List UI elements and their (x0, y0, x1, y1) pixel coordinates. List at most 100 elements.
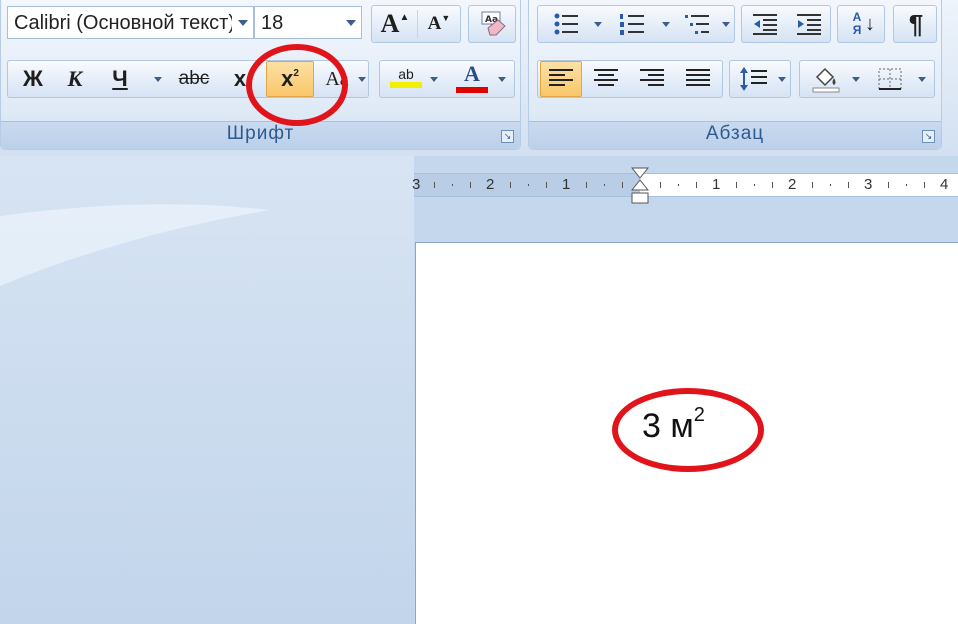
highlight-button[interactable]: ab (384, 61, 428, 97)
ruler-tick (736, 182, 737, 188)
bullets-dropdown-arrow[interactable] (594, 22, 602, 31)
show-formatting-button[interactable]: ¶ (896, 6, 936, 42)
line-spacing-bar (729, 60, 791, 98)
indent-marker-icon[interactable] (631, 167, 649, 211)
font-color-dropdown-arrow[interactable] (498, 77, 506, 86)
numbering-dropdown-arrow[interactable] (662, 22, 670, 31)
numbered-list-icon (620, 14, 644, 35)
paragraph-group-label: Абзац (705, 123, 765, 144)
increase-indent-icon (797, 14, 821, 35)
ruler-tick (830, 184, 831, 186)
ruler-label: 3 (864, 176, 873, 193)
paint-bucket-icon (812, 67, 840, 93)
paragraph-dialog-launcher-icon[interactable]: ↘ (922, 130, 935, 143)
font-color-button[interactable]: A (450, 61, 494, 97)
ruler-tick (678, 184, 679, 186)
shading-dropdown-arrow[interactable] (852, 77, 860, 86)
line-spacing-icon (740, 67, 767, 91)
highlight-dropdown-arrow[interactable] (430, 77, 438, 86)
borders-dropdown-arrow[interactable] (918, 77, 926, 86)
bullet-list-icon (554, 13, 578, 35)
chevron-down-icon[interactable] (339, 7, 361, 38)
justify-button[interactable] (676, 61, 720, 97)
ruler-tick (772, 182, 773, 188)
ruler-tick (586, 182, 587, 188)
font-size-buttons: A ▲ A ▼ (371, 5, 461, 43)
font-size-value: 18 (261, 12, 284, 34)
ruler-margin-area (414, 174, 640, 196)
arrow-down-icon: ↓ (865, 12, 875, 35)
horizontal-ruler[interactable]: 3 2 1 1 2 3 4 (412, 167, 958, 204)
pilcrow-icon: ¶ (908, 8, 924, 39)
decrease-indent-button[interactable] (744, 6, 786, 42)
font-color-icon: A (464, 61, 480, 86)
paragraph-group-footer: Абзац ↘ (529, 121, 941, 149)
multilevel-dropdown-arrow[interactable] (722, 22, 730, 31)
pilcrow-bar: ¶ (893, 5, 937, 43)
shrink-font-button[interactable]: A ▼ (418, 6, 460, 42)
color-bar: ab A (379, 60, 515, 98)
align-right-icon (640, 69, 664, 86)
ruler-tick (510, 182, 511, 188)
underline-button[interactable]: Ч (100, 61, 140, 97)
multilevel-list-button[interactable] (676, 6, 720, 42)
font-name-combobox[interactable]: Calibri (Основной текст) (7, 6, 254, 39)
annotation-circle-superscript (246, 44, 348, 126)
ruler-tick (546, 182, 547, 188)
justify-icon (686, 69, 710, 86)
font-dialog-launcher-icon[interactable]: ↘ (501, 130, 514, 143)
multilevel-list-icon (685, 15, 709, 34)
bold-button[interactable]: Ж (12, 61, 54, 97)
grow-font-button[interactable]: A ▲ (374, 6, 416, 42)
underline-dropdown-arrow[interactable] (154, 77, 162, 86)
highlight-color-swatch (390, 82, 422, 88)
ruler-tick (888, 182, 889, 188)
underline-icon: Ч (112, 66, 128, 91)
ruler-tick (696, 182, 697, 188)
subscript-icon: x (233, 66, 247, 91)
align-center-icon (594, 69, 618, 86)
clear-formatting-button[interactable]: Aa (471, 6, 515, 42)
ruler-tick (434, 182, 435, 188)
increase-indent-button[interactable] (788, 6, 830, 42)
borders-button[interactable] (868, 61, 912, 97)
font-size-combobox[interactable]: 18 (254, 6, 362, 39)
sort-button[interactable]: А Я ↓ (840, 6, 884, 42)
align-center-button[interactable] (584, 61, 628, 97)
shrink-font-icon: A (427, 13, 442, 34)
align-left-button[interactable] (540, 61, 582, 97)
ruler-tick (528, 184, 529, 186)
ruler-tick (470, 182, 471, 188)
alignment-bar (537, 60, 723, 98)
ruler-tick (604, 184, 605, 186)
align-left-icon (549, 69, 573, 86)
shading-button[interactable] (804, 61, 848, 97)
background-swoosh (0, 156, 414, 624)
highlighter-icon: ab (398, 66, 414, 82)
ruler-label: 3 (412, 176, 421, 193)
italic-button[interactable]: К (54, 61, 96, 97)
shading-border-bar (799, 60, 935, 98)
ruler-tick (848, 182, 849, 188)
indent-bar (741, 5, 831, 43)
ribbon: Calibri (Основной текст) 18 A ▲ A ▼ Aa Ж… (0, 0, 958, 156)
align-right-button[interactable] (630, 61, 674, 97)
ruler-tick (622, 182, 623, 188)
caret-up-icon: ▲ (399, 11, 410, 23)
change-case-dropdown-arrow[interactable] (358, 77, 366, 86)
border-icon (878, 68, 902, 90)
ruler-tick (812, 182, 813, 188)
strikethrough-button[interactable]: abc (172, 61, 216, 97)
decrease-indent-icon (753, 14, 777, 35)
list-bar (537, 5, 735, 43)
ruler-tick (754, 184, 755, 186)
line-spacing-dropdown-arrow[interactable] (778, 77, 786, 86)
ruler-label: 1 (562, 176, 571, 193)
chevron-down-icon[interactable] (231, 7, 253, 38)
sort-icon: А Я (852, 10, 862, 37)
numbering-button[interactable] (608, 6, 658, 42)
line-spacing-button[interactable] (732, 61, 776, 97)
italic-icon: К (67, 66, 83, 91)
bullets-button[interactable] (542, 6, 592, 42)
font-name-value: Calibri (Основной текст) (14, 12, 232, 34)
